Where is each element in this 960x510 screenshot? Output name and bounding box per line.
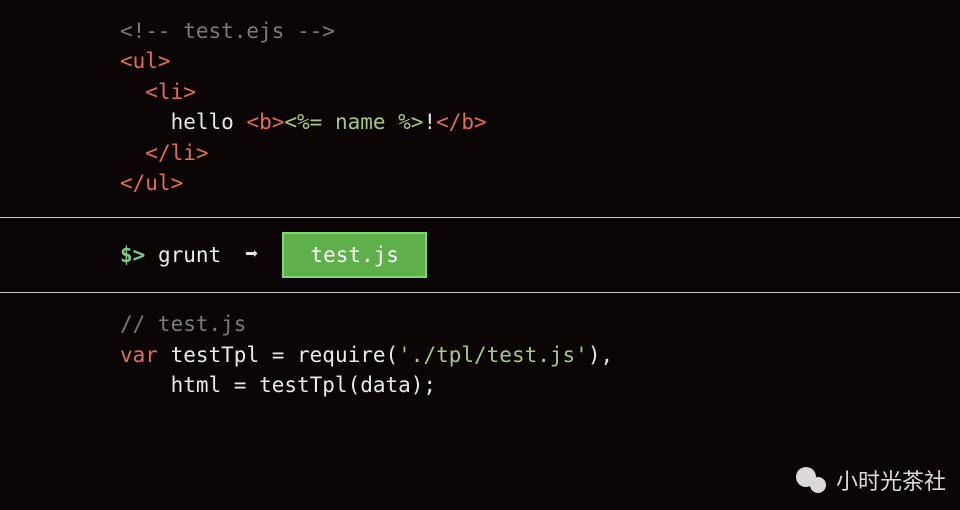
li-close: </li> — [145, 141, 208, 165]
li-open: <li> — [145, 80, 196, 104]
b-open: <b> — [246, 110, 284, 134]
ul-open: <ul> — [120, 49, 171, 73]
wechat-watermark: 小时光茶社 — [796, 466, 946, 498]
arrow-icon: ➡ — [241, 239, 262, 271]
line3: html = testTpl(data); — [120, 373, 436, 397]
assign-part: testTpl = require( — [158, 343, 398, 367]
require-path: './tpl/test.js' — [398, 343, 588, 367]
var-keyword: var — [120, 343, 158, 367]
ejs-source-block: <!-- test.ejs --> <ul> <li> hello <b><%=… — [0, 0, 960, 217]
watermark-text: 小时光茶社 — [836, 466, 946, 498]
line2-end: ), — [588, 343, 613, 367]
shell-prompt: $> grunt — [120, 240, 221, 270]
output-badge: test.js — [282, 232, 427, 278]
ul-close: </ul> — [120, 171, 183, 195]
js-source-block: // test.js var testTpl = require('./tpl/… — [0, 293, 960, 418]
wechat-icon — [796, 467, 830, 497]
js-comment: // test.js — [120, 312, 246, 336]
command-row: $> grunt ➡ test.js — [0, 218, 960, 292]
comment-line: <!-- test.ejs --> — [120, 19, 335, 43]
ejs-expr: <%= name %> — [284, 110, 423, 134]
text-hello: hello — [171, 110, 247, 134]
b-close: </b> — [436, 110, 487, 134]
prompt-symbol: $> — [120, 243, 145, 267]
grunt-command: grunt — [158, 243, 221, 267]
bang: ! — [423, 110, 436, 134]
